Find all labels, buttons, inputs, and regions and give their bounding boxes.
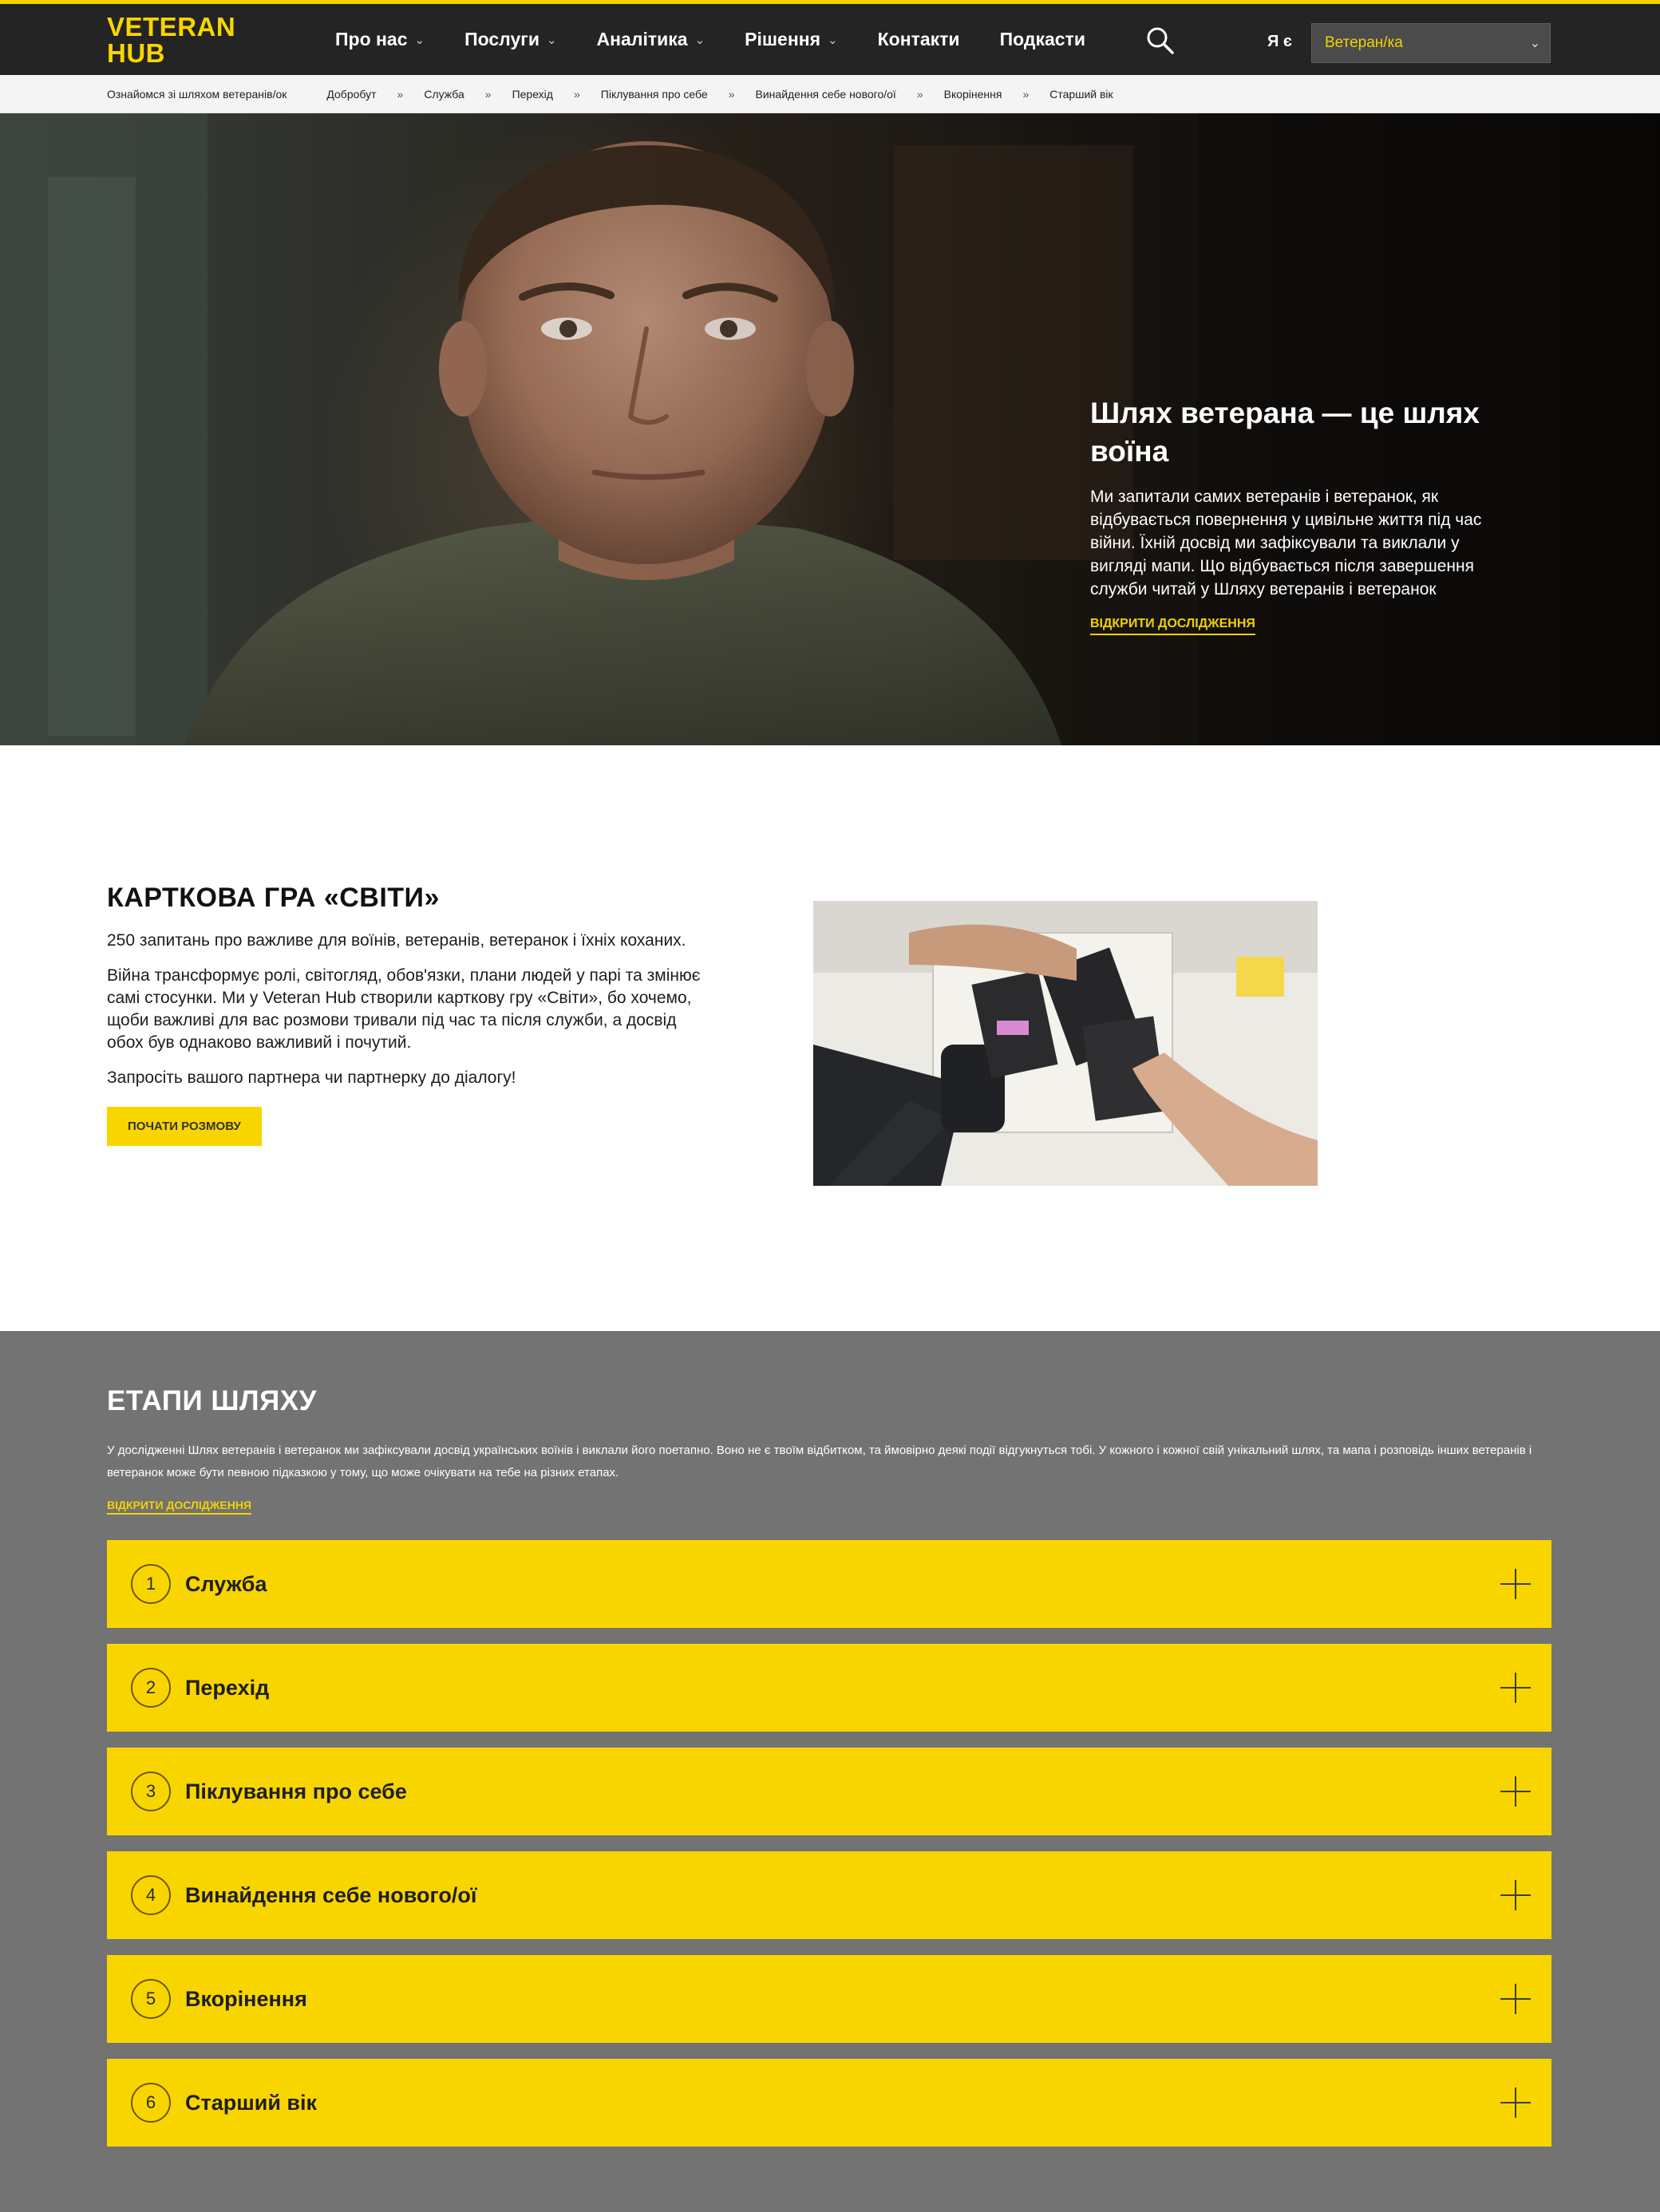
chevron-down-icon: ⌄ [1529,37,1540,50]
iam-label: Я є [1267,33,1292,50]
path-step-older-age[interactable]: Старший вік [1049,88,1113,101]
path-intro-link[interactable]: Ознайомся зі шляхом ветеранів/ок [107,88,287,101]
path-separator: » [397,87,404,101]
hero-text: Шлях ветерана — це шлях воїна Ми запитал… [1090,394,1489,635]
nav-label: Про нас [335,29,408,49]
card-game-photo [813,901,1318,1186]
stage-number: 2 [131,1668,171,1708]
nav-item-solutions[interactable]: Рішення ⌄ [745,29,837,50]
chevron-down-icon: ⌄ [546,33,557,47]
plus-icon[interactable] [1500,2088,1531,2118]
stage-accordion-reinvention[interactable]: 4 Винайдення себе нового/ої [107,1851,1551,1939]
role-select[interactable]: Ветеран/ка ⌄ [1311,23,1551,63]
stage-number: 6 [131,2083,171,2123]
site-header: VETERAN HUB Про нас ⌄ Послуги ⌄ Аналітик… [0,0,1660,75]
stage-number: 1 [131,1564,171,1604]
path-separator: » [484,87,492,101]
plus-icon[interactable] [1500,1673,1531,1703]
plus-icon[interactable] [1500,1776,1531,1807]
chevron-down-icon: ⌄ [694,33,706,47]
stage-label: Старший вік [185,2090,318,2115]
stage-accordion-older-age[interactable]: 6 Старший вік [107,2059,1551,2147]
path-bar: Ознайомся зі шляхом ветеранів/ок Добробу… [0,75,1660,113]
nav-label: Рішення [745,29,821,49]
logo-line-1: VETERAN [107,12,236,41]
stage-accordion-rooting[interactable]: 5 Вкорінення [107,1955,1551,2043]
path-step-reinvention[interactable]: Винайдення себе нового/ої [756,88,896,101]
card-game-invite: Запросіть вашого партнера чи партнерку д… [107,1068,516,1087]
logo-line-2: HUB [107,38,165,68]
stage-number: 3 [131,1772,171,1811]
path-step-rooting[interactable]: Вкорінення [944,88,1002,101]
nav-item-analytics[interactable]: Аналітика ⌄ [597,29,706,50]
stage-label: Винайдення себе нового/ої [185,1882,477,1907]
path-separator: » [573,87,580,101]
hero-title: Шлях ветерана — це шлях воїна [1090,397,1480,468]
stage-number: 4 [131,1875,171,1915]
chevron-down-icon: ⌄ [828,33,838,47]
path-step-service[interactable]: Служба [424,88,464,101]
path-step-self-care[interactable]: Піклування про себе [601,88,708,101]
stages-section: ЕТАПИ ШЛЯХУ У дослідженні Шлях ветеранів… [0,1331,1660,2212]
path-separator: » [728,87,735,101]
stages-description: У дослідженні Шлях ветеранів і ветеранок… [107,1444,1532,1479]
stage-accordion-self-care[interactable]: 3 Піклування про себе [107,1748,1551,1835]
stage-label: Піклування про себе [185,1779,407,1803]
stage-label: Служба [185,1571,267,1596]
nav-item-podcasts[interactable]: Подкасти [1000,29,1085,50]
nav-item-services[interactable]: Послуги ⌄ [464,29,556,50]
open-research-link[interactable]: відкрити дослідження [1090,617,1255,635]
chevron-down-icon: ⌄ [414,33,425,47]
stages-open-research-link[interactable]: відкрити дослідження [107,1499,252,1515]
card-game-title: КАРТКОВА ГРА «СВІТИ» [107,883,440,913]
plus-icon[interactable] [1500,1880,1531,1910]
path-separator: » [1022,87,1030,101]
nav-label: Аналітика [596,29,688,49]
nav-item-contacts[interactable]: Контакти [878,29,960,50]
stage-accordion-service[interactable]: 1 Служба [107,1540,1551,1628]
plus-icon[interactable] [1500,1569,1531,1599]
stage-label: Перехід [185,1675,270,1700]
nav-label: Подкасти [999,29,1085,49]
role-select-value: Ветеран/ка [1325,34,1403,51]
search-icon[interactable] [1143,23,1178,58]
stages-title: ЕТАПИ ШЛЯХУ [107,1385,317,1416]
nav-item-about[interactable]: Про нас ⌄ [335,29,425,50]
plus-icon[interactable] [1500,1984,1531,2014]
stage-accordion-transition[interactable]: 2 Перехід [107,1644,1551,1732]
path-step-wellbeing[interactable]: Добробут [326,88,376,101]
path-separator: » [916,87,923,101]
stage-number: 5 [131,1979,171,2019]
nav-label: Контакти [877,29,960,49]
card-game-intro: 250 запитань про важливе для воїнів, вет… [107,931,686,950]
hero-body: Ми запитали самих ветеранів і ветеранок,… [1090,488,1482,598]
stage-label: Вкорінення [185,1986,307,2011]
start-conversation-button[interactable]: почати розмову [107,1107,262,1146]
nav-label: Послуги [464,29,540,49]
card-game-text: КАРТКОВА ГРА «СВІТИ» 250 запитань про ва… [107,883,706,1146]
card-game-section: КАРТКОВА ГРА «СВІТИ» 250 запитань про ва… [0,745,1660,1331]
card-game-description: Війна трансформує ролі, світогляд, обов'… [107,966,701,1052]
hero-banner: Шлях ветерана — це шлях воїна Ми запитал… [0,113,1660,745]
main-nav: Про нас ⌄ Послуги ⌄ Аналітика ⌄ Рішення … [335,4,1125,75]
logo[interactable]: VETERAN HUB [107,14,243,66]
path-step-transition[interactable]: Перехід [512,88,553,101]
